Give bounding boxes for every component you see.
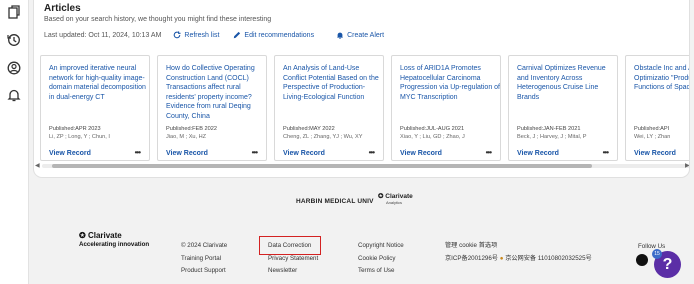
refresh-list-link[interactable]: Refresh list [173, 31, 219, 39]
main-content: Articles Based on your search history, w… [29, 0, 694, 284]
police-badge-icon: ● [499, 254, 504, 262]
brand-mark-icon: ✪ [79, 231, 86, 240]
terms-of-use-link[interactable]: Terms of Use [358, 265, 404, 278]
article-published: Published:API [634, 126, 670, 132]
article-published: Published:APR 2023 [49, 126, 101, 132]
help-badge: 15 [652, 249, 662, 259]
edit-recommendations-label: Edit recommendations [244, 31, 315, 39]
footer-col-3: Copyright Notice Cookie Policy Terms of … [358, 240, 404, 278]
view-record-link[interactable]: View Record [166, 150, 208, 157]
article-card: Carnival Optimizes Revenue and Inventory… [508, 55, 618, 161]
privacy-statement-link[interactable]: Privacy Statement [268, 253, 318, 266]
edit-recommendations-link[interactable]: Edit recommendations [233, 31, 314, 39]
view-record-link[interactable]: View Record [49, 150, 91, 157]
create-alert-link[interactable]: Create Alert [336, 31, 384, 39]
new-document-icon[interactable] [7, 5, 21, 19]
footer-tagline: Accelerating innovation [79, 241, 150, 248]
article-card: Obstacle Inc and Advanta Optimizatio "Pr… [625, 55, 689, 161]
articles-toolbar: Last updated: Oct 11, 2024, 10:13 AM Ref… [44, 30, 384, 40]
article-published: Published:JUL-AUG 2021 [400, 126, 465, 132]
article-authors: Jiao, M ; Xu, HZ [166, 134, 207, 140]
footer-col-2: Data Correction Privacy Statement Newsle… [268, 240, 318, 278]
brand-sub: Analytics [386, 200, 403, 205]
view-record-link[interactable]: View Record [634, 150, 676, 157]
footer-col-4: 管理 cookie 首选项 京ICP备2001296号 ● 京公网安备 1101… [445, 240, 592, 265]
footer-col-1: © 2024 Clarivate Training Portal Product… [181, 240, 227, 278]
article-title-link[interactable]: How do Collective Operating Construction… [166, 64, 266, 122]
refresh-icon [174, 31, 181, 39]
view-record-link[interactable]: View Record [517, 150, 559, 157]
article-title-link[interactable]: Carnival Optimizes Revenue and Inventory… [517, 64, 617, 102]
view-record-link[interactable]: View Record [283, 150, 325, 157]
article-card: An improved iterative neural network for… [40, 55, 150, 161]
horizontal-scrollbar[interactable] [42, 164, 689, 168]
bell-icon[interactable] [7, 88, 21, 102]
article-published: Published:JAN-FEB 2021 [517, 126, 581, 132]
institution-name: HARBIN MEDICAL UNIV [296, 198, 374, 205]
create-alert-label: Create Alert [347, 31, 385, 39]
article-title-link[interactable]: Obstacle Inc and Advanta Optimizatio "Pr… [634, 64, 689, 93]
articles-panel: Articles Based on your search history, w… [33, 0, 690, 178]
copyright-notice-link[interactable]: Copyright Notice [358, 240, 404, 253]
article-authors: Xiao, Y ; Liu, GD ; Zhao, J [400, 134, 465, 140]
article-authors: Wei, LY ; Zhan [634, 134, 671, 140]
twitter-icon[interactable] [636, 254, 648, 266]
copyright-text: © 2024 Clarivate [181, 242, 228, 249]
police-record-link[interactable]: 京公网安备 11010802032525号 [505, 255, 592, 262]
clarivate-analytics-logo: ✪ Clarivate Analytics [378, 193, 413, 205]
icp-link[interactable]: 京ICP备2001296号 [445, 255, 498, 262]
scroll-left-icon[interactable]: ◀ [35, 162, 40, 169]
newsletter-link[interactable]: Newsletter [268, 265, 318, 278]
bell-alert-icon [337, 32, 344, 39]
history-icon[interactable] [7, 33, 21, 47]
article-card: How do Collective Operating Construction… [157, 55, 267, 161]
cookie-policy-link[interactable]: Cookie Policy [358, 253, 404, 266]
article-authors: Beck, J ; Harvey, J ; Mital, P [517, 134, 587, 140]
article-published: Published:FEB 2022 [166, 126, 217, 132]
cookie-preferences-link[interactable]: 管理 cookie 首选项 [445, 240, 592, 253]
scrollbar-thumb[interactable] [52, 164, 592, 168]
more-options-icon[interactable]: ••• [252, 148, 258, 157]
article-cards: An improved iterative neural network for… [40, 55, 689, 161]
more-options-icon[interactable]: ••• [486, 148, 492, 157]
icp-registration: 京ICP备2001296号 ● 京公网安备 11010802032525号 [445, 253, 592, 266]
article-title-link[interactable]: Loss of ARID1A Promotes Hepatocellular C… [400, 64, 500, 102]
last-updated: Last updated: Oct 11, 2024, 10:13 AM [44, 31, 162, 39]
brand-mark-icon: ✪ [378, 193, 384, 200]
data-correction-link[interactable]: Data Correction [268, 240, 318, 253]
articles-title: Articles [44, 3, 81, 14]
scroll-right-icon[interactable]: ▶ [685, 162, 689, 169]
footer-brand: Clarivate [87, 231, 122, 240]
refresh-list-label: Refresh list [184, 31, 220, 39]
view-record-link[interactable]: View Record [400, 150, 442, 157]
article-title-link[interactable]: An Analysis of Land-Use Conflict Potenti… [283, 64, 383, 102]
footer-logo: ✪ Clarivate [79, 231, 122, 240]
article-title-link[interactable]: An improved iterative neural network for… [49, 64, 149, 102]
more-options-icon[interactable]: ••• [603, 148, 609, 157]
article-authors: Li, ZP ; Long, Y ; Chun, I [49, 134, 110, 140]
profile-icon[interactable] [7, 61, 21, 75]
articles-subtitle: Based on your search history, we thought… [44, 16, 272, 23]
left-rail [0, 0, 29, 284]
article-card: Loss of ARID1A Promotes Hepatocellular C… [391, 55, 501, 161]
article-published: Published:MAY 2022 [283, 126, 335, 132]
pencil-icon [234, 31, 241, 39]
more-options-icon[interactable]: ••• [369, 148, 375, 157]
more-options-icon[interactable]: ••• [135, 148, 141, 157]
article-card: An Analysis of Land-Use Conflict Potenti… [274, 55, 384, 161]
brand-name: Clarivate [385, 193, 413, 200]
follow-us-label: Follow Us [638, 243, 666, 250]
product-support-link[interactable]: Product Support [181, 265, 227, 278]
article-authors: Cheng, ZL ; Zhang, YJ ; Wu, XY [283, 134, 363, 140]
training-portal-link[interactable]: Training Portal [181, 253, 227, 266]
